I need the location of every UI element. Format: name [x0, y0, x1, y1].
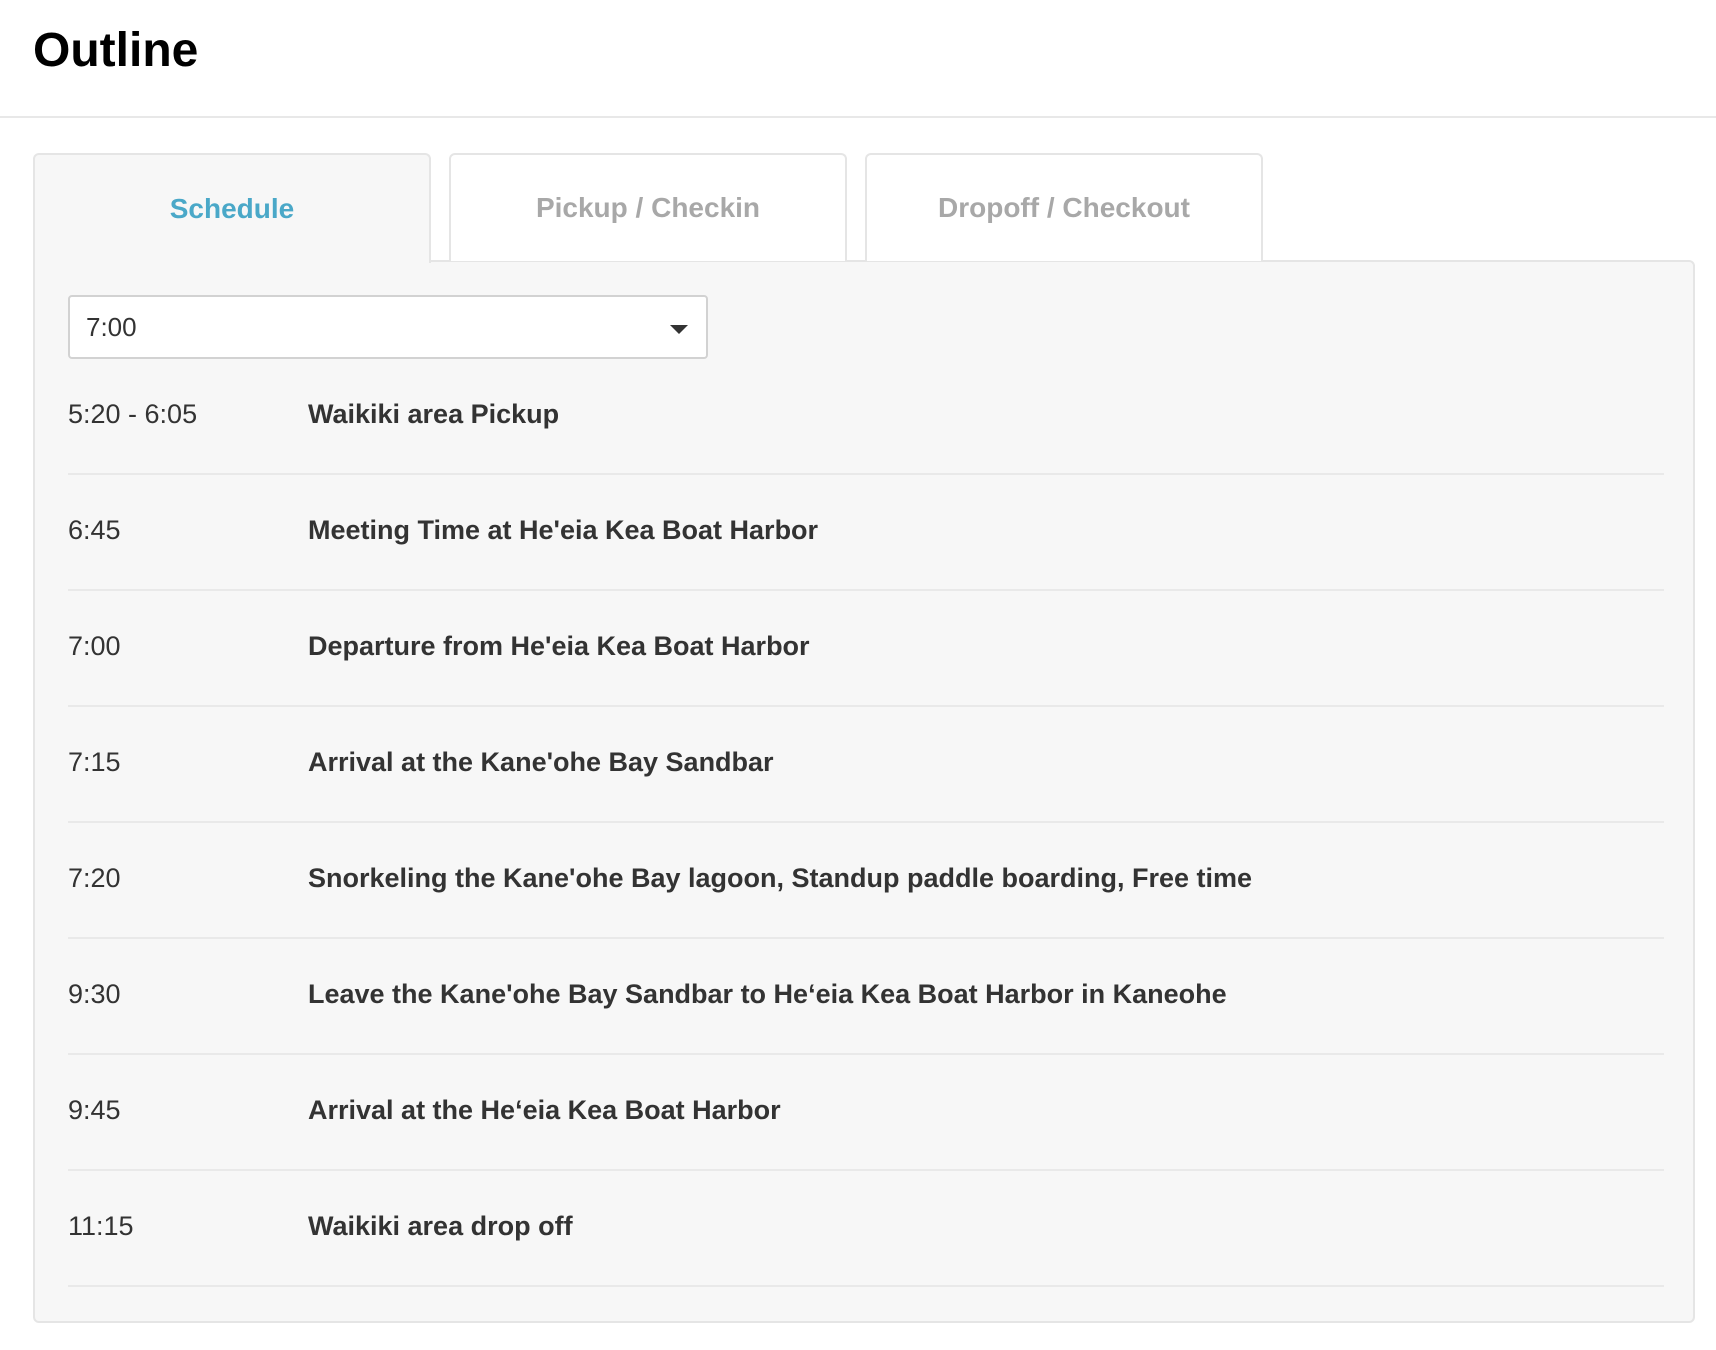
schedule-activity: Arrival at the He‘eia Kea Boat Harbor	[308, 1094, 781, 1125]
schedule-time: 7:15	[68, 746, 121, 777]
schedule-activity: Departure from He'eia Kea Boat Harbor	[308, 630, 810, 661]
schedule-time: 9:30	[68, 978, 121, 1009]
caret-down-icon	[670, 325, 688, 334]
schedule-row: 7:15 Arrival at the Kane'ohe Bay Sandbar	[68, 707, 1664, 823]
outline-tabs: Schedule Pickup / Checkin Dropoff / Chec…	[33, 153, 1695, 1323]
schedule-activity: Waikiki area drop off	[308, 1210, 573, 1241]
schedule-time: 11:15	[68, 1210, 134, 1241]
tab-pickup-checkin[interactable]: Pickup / Checkin	[449, 153, 847, 261]
schedule-time: 7:20	[68, 862, 121, 893]
departure-time-value: 7:00	[86, 311, 137, 342]
departure-time-select[interactable]: 7:00	[68, 295, 708, 359]
schedule-row: 7:20 Snorkeling the Kane'ohe Bay lagoon,…	[68, 823, 1664, 939]
schedule-row: 6:45 Meeting Time at He'eia Kea Boat Har…	[68, 475, 1664, 591]
schedule-row: 7:00 Departure from He'eia Kea Boat Harb…	[68, 591, 1664, 707]
schedule-row: 5:20 - 6:05 Waikiki area Pickup	[68, 359, 1664, 475]
page-title: Outline	[33, 24, 199, 77]
schedule-panel: 7:00 5:20 - 6:05 Waikiki area Pickup 6:4…	[33, 260, 1695, 1323]
schedule-row: 9:30 Leave the Kane'ohe Bay Sandbar to H…	[68, 939, 1664, 1055]
page-header: Outline	[0, 0, 1716, 118]
schedule-activity: Leave the Kane'ohe Bay Sandbar to He‘eia…	[308, 978, 1227, 1009]
schedule-activity: Meeting Time at He'eia Kea Boat Harbor	[308, 514, 819, 545]
schedule-row: 9:45 Arrival at the He‘eia Kea Boat Harb…	[68, 1055, 1664, 1171]
schedule-time: 7:00	[68, 630, 121, 661]
schedule-time: 6:45	[68, 514, 121, 545]
schedule-row: 11:15 Waikiki area drop off	[68, 1171, 1664, 1287]
schedule-time: 5:20 - 6:05	[68, 398, 198, 429]
tab-list: Schedule Pickup / Checkin Dropoff / Chec…	[33, 153, 1695, 263]
schedule-activity: Arrival at the Kane'ohe Bay Sandbar	[308, 746, 774, 777]
schedule-time: 9:45	[68, 1094, 121, 1125]
schedule-activity: Waikiki area Pickup	[308, 398, 560, 429]
tab-schedule[interactable]: Schedule	[33, 153, 431, 263]
schedule-activity: Snorkeling the Kane'ohe Bay lagoon, Stan…	[308, 862, 1253, 893]
schedule-list: 5:20 - 6:05 Waikiki area Pickup 6:45 Mee…	[68, 359, 1664, 1287]
tab-dropoff-checkout[interactable]: Dropoff / Checkout	[865, 153, 1263, 261]
